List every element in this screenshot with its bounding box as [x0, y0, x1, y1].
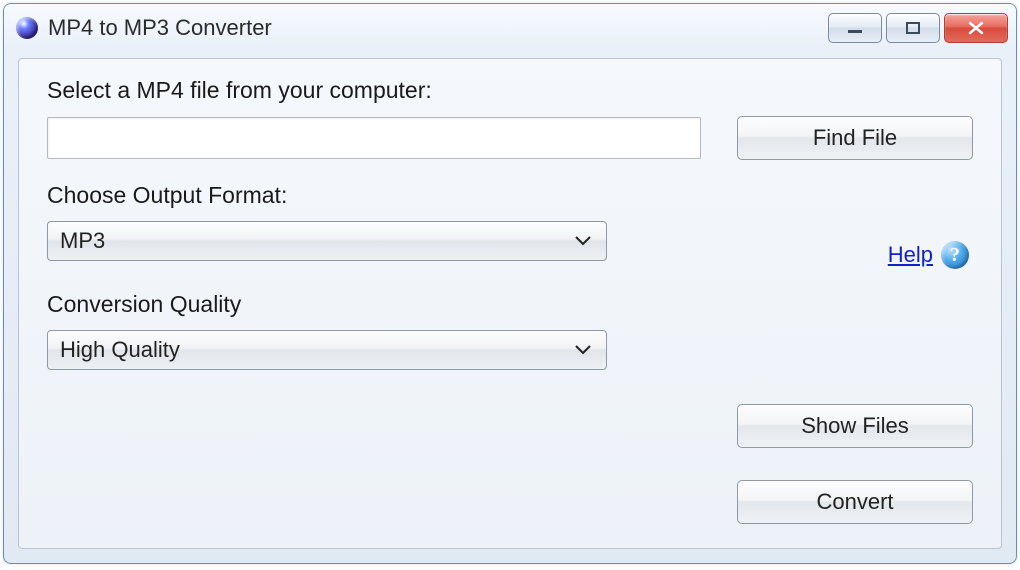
quality-label: Conversion Quality: [47, 291, 973, 318]
client-area: Select a MP4 file from your computer: Fi…: [18, 58, 1002, 549]
select-file-label: Select a MP4 file from your computer:: [47, 77, 973, 104]
quality-value: High Quality: [60, 337, 180, 363]
quality-select[interactable]: High Quality: [47, 330, 607, 370]
chevron-down-icon: [575, 236, 591, 246]
titlebar: MP4 to MP3 Converter: [4, 4, 1016, 52]
output-format-label: Choose Output Format:: [47, 182, 973, 209]
output-format-value: MP3: [60, 228, 105, 254]
minimize-icon: [846, 21, 864, 35]
action-buttons: Show Files Convert: [737, 404, 973, 524]
maximize-button[interactable]: [886, 13, 940, 43]
quality-section: Conversion Quality High Quality: [47, 291, 973, 370]
file-section: Select a MP4 file from your computer: Fi…: [47, 77, 973, 160]
maximize-icon: [904, 21, 922, 35]
minimize-button[interactable]: [828, 13, 882, 43]
app-icon: [16, 17, 38, 39]
convert-button[interactable]: Convert: [737, 480, 973, 524]
window-controls: [828, 13, 1008, 43]
close-button[interactable]: [944, 13, 1008, 43]
show-files-button[interactable]: Show Files: [737, 404, 973, 448]
window-title: MP4 to MP3 Converter: [48, 15, 828, 41]
file-path-input[interactable]: [47, 117, 701, 159]
format-section: Choose Output Format: MP3: [47, 182, 973, 261]
app-window: MP4 to MP3 Converter Select a MP4 file f…: [3, 3, 1017, 564]
output-format-select[interactable]: MP3: [47, 221, 607, 261]
help-icon[interactable]: ?: [941, 241, 969, 269]
chevron-down-icon: [575, 345, 591, 355]
help-area: Help ?: [888, 241, 969, 269]
close-icon: [967, 21, 985, 35]
find-file-button[interactable]: Find File: [737, 116, 973, 160]
help-link[interactable]: Help: [888, 242, 933, 268]
